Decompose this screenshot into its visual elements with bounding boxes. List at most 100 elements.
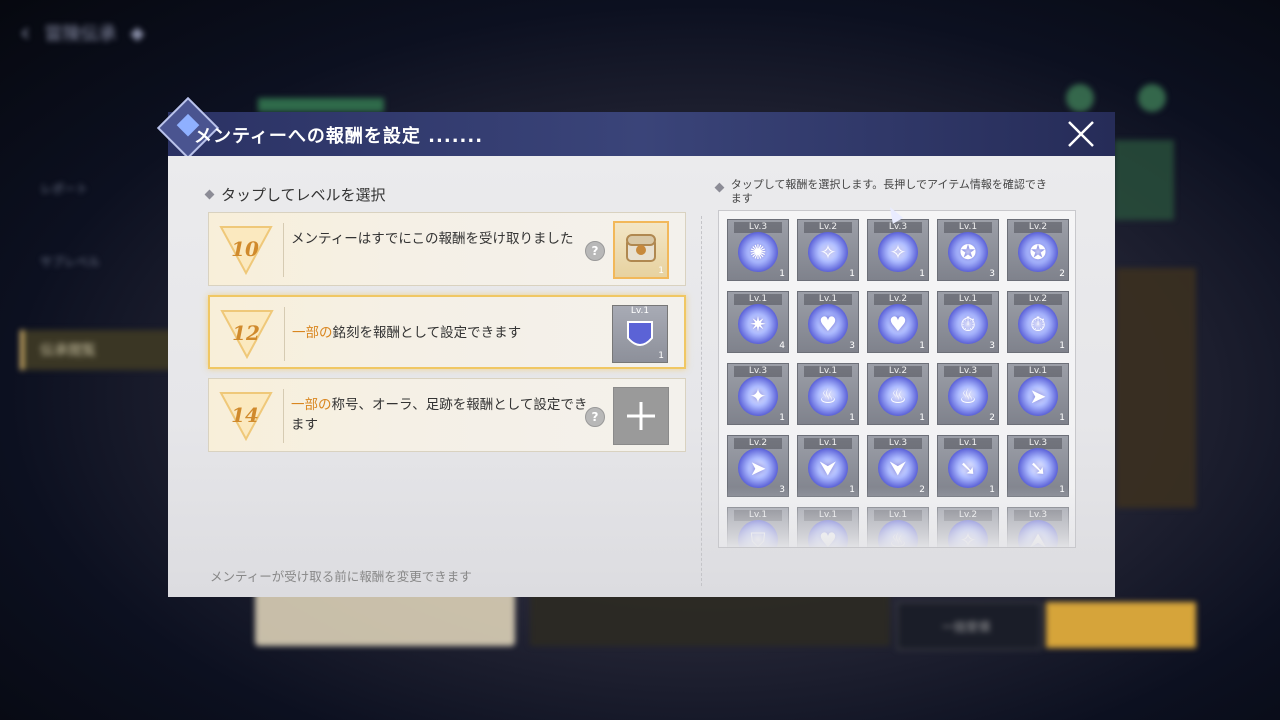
- reward-cell[interactable]: Lv.2 ✧: [937, 507, 999, 548]
- level-row-10[interactable]: 10 メンティーはすでにこの報酬を受け取りました ? 1: [208, 212, 686, 286]
- reward-cell[interactable]: Lv.1 ♨ 1: [797, 363, 859, 425]
- reward-cell[interactable]: Lv.2 ♥ 1: [867, 291, 929, 353]
- cell-count: 3: [989, 341, 995, 351]
- diamond-bullet-icon: [204, 189, 215, 200]
- reward-cell[interactable]: Lv.1 ⛉: [727, 507, 789, 547]
- reward-cell[interactable]: Lv.3 ✧ 1: [867, 219, 929, 281]
- row-rest: 銘刻を報酬として設定できます: [332, 325, 522, 341]
- cell-count: 1: [849, 269, 855, 279]
- level-badge: 12: [210, 297, 282, 367]
- reward-grid-panel[interactable]: Lv.3 ✺ 1 Lv.2 ✧ 1 Lv.3 ✧ 1 Lv.1 ✪ 3 Lv.2 ✪ 2 Lv.1 ✷ 4 Lv.1…: [718, 210, 1076, 548]
- slash-arrow-icon: ➘: [959, 456, 977, 480]
- reward-cell[interactable]: Lv.1 ⮟ 1: [797, 435, 859, 497]
- stopwatch-icon: ⏱: [960, 312, 976, 336]
- cell-count: 1: [779, 413, 785, 423]
- reward-cell[interactable]: Lv.3 ➘ 1: [1007, 435, 1069, 497]
- reward-cell[interactable]: Lv.3 ⮝: [1007, 507, 1069, 547]
- cell-count: 3: [849, 341, 855, 351]
- reward-item-chest[interactable]: 1: [613, 221, 669, 279]
- cell-count: 1: [1059, 413, 1065, 423]
- reward-cell[interactable]: Lv.1 ♨: [867, 507, 929, 548]
- background-tab: [258, 98, 384, 112]
- row-divider: [283, 223, 284, 277]
- cell-count: 1: [989, 485, 995, 495]
- reward-section-text: タップして報酬を選択します。長押しでアイテム情報を確認できます: [730, 178, 1047, 205]
- item-count: 1: [658, 266, 664, 276]
- reward-cell[interactable]: Lv.2 ⏱ 1: [1007, 291, 1069, 353]
- cell-count: 1: [919, 413, 925, 423]
- flame-icon: ♨: [889, 528, 907, 548]
- background-gold-button: [1046, 602, 1196, 648]
- level-badge: 10: [209, 213, 281, 285]
- dash-arrow-icon: ➤: [1029, 384, 1047, 408]
- reward-cell[interactable]: Lv.1 ✷ 4: [727, 291, 789, 353]
- reward-cell[interactable]: Lv.2 ♨ 1: [867, 363, 929, 425]
- reward-grid: Lv.3 ✺ 1 Lv.2 ✧ 1 Lv.3 ✧ 1 Lv.1 ✪ 3 Lv.2 ✪ 2 Lv.1 ✷ 4 Lv.1…: [727, 219, 1069, 548]
- row-rest: 称号、オーラ、足跡を報酬として設定できます: [291, 397, 588, 433]
- reward-dialog: メンティーへの報酬を設定 ....... タップしてレベルを選択 10 メンティ…: [156, 96, 1115, 597]
- heart-icon: ♥: [819, 312, 837, 336]
- cell-count: 1: [1059, 341, 1065, 351]
- level-row-12[interactable]: 12 一部の銘刻を報酬として設定できます Lv.1 1: [208, 295, 686, 369]
- add-reward-button[interactable]: [613, 387, 669, 445]
- background-topbar: ‹ 冒険伝承 ◆: [20, 18, 144, 48]
- row-highlight: 一部の: [291, 397, 332, 413]
- reward-cell[interactable]: Lv.3 ♨ 2: [937, 363, 999, 425]
- cell-count: 1: [849, 413, 855, 423]
- spiral-star-icon: ✪: [1029, 240, 1047, 264]
- burst-icon: ✷: [749, 312, 767, 336]
- back-arrow-icon: ‹: [20, 18, 31, 48]
- row-highlight: 一部の: [292, 325, 333, 341]
- help-icon[interactable]: ?: [585, 407, 605, 427]
- cell-count: 1: [1059, 485, 1065, 495]
- cell-count: 3: [779, 485, 785, 495]
- panel-divider: [701, 216, 702, 586]
- vortex-icon: ✺: [749, 240, 767, 264]
- item-count: 1: [658, 351, 664, 361]
- reward-cell[interactable]: Lv.1 ⏱ 3: [937, 291, 999, 353]
- change-note: メンティーが受け取る前に報酬を変更できます: [210, 569, 472, 584]
- reward-item-shield[interactable]: Lv.1 1: [612, 305, 668, 363]
- background-orb: [1066, 84, 1094, 112]
- cell-count: 2: [919, 485, 925, 495]
- cell-count: 2: [989, 413, 995, 423]
- orbit-star-icon: ✧: [959, 528, 977, 548]
- background-left-item: サブレベル: [40, 255, 101, 269]
- cell-count: 1: [849, 485, 855, 495]
- reward-cell[interactable]: Lv.3 ✺ 1: [727, 219, 789, 281]
- background-panel: [1116, 268, 1196, 508]
- heart-icon: ♥: [889, 312, 907, 336]
- level-row-14[interactable]: 14 一部の称号、オーラ、足跡を報酬として設定できます ?: [208, 378, 686, 452]
- reward-cell[interactable]: Lv.2 ✧ 1: [797, 219, 859, 281]
- cell-count: 1: [919, 269, 925, 279]
- reward-cell[interactable]: Lv.3 ⮟ 2: [867, 435, 929, 497]
- diamond-bullet-icon: [714, 182, 725, 193]
- orbit-star-icon: ✧: [889, 240, 907, 264]
- cell-count: 2: [1059, 269, 1065, 279]
- cell-count: 4: [779, 341, 785, 351]
- chevron-down-icon: ⮟: [889, 456, 907, 480]
- background-button-label: 一括受領: [942, 620, 991, 634]
- reward-cell[interactable]: Lv.1 ✪ 3: [937, 219, 999, 281]
- orbit-star-icon: ✧: [819, 240, 837, 264]
- flame-icon: ♨: [889, 384, 907, 408]
- compass-star-icon: ✦: [749, 384, 767, 408]
- stopwatch-icon: ⏱: [1030, 312, 1046, 336]
- reward-cell[interactable]: Lv.3 ✦ 1: [727, 363, 789, 425]
- reward-cell[interactable]: Lv.2 ✪ 2: [1007, 219, 1069, 281]
- close-button[interactable]: [1065, 118, 1097, 150]
- level-badge: 14: [209, 379, 281, 451]
- level-number: 14: [231, 403, 259, 427]
- reward-cell[interactable]: Lv.2 ➤ 3: [727, 435, 789, 497]
- reward-cell[interactable]: Lv.1 ♥ 3: [797, 291, 859, 353]
- reward-cell[interactable]: Lv.1 ➤ 1: [1007, 363, 1069, 425]
- background-button: 一括受領: [897, 602, 1041, 650]
- heart-icon: ♥: [819, 528, 837, 548]
- help-icon[interactable]: ?: [585, 241, 605, 261]
- background-topbar-title: 冒険伝承: [44, 24, 117, 45]
- reward-cell[interactable]: Lv.1 ♥: [797, 507, 859, 548]
- reward-cell[interactable]: Lv.1 ➘ 1: [937, 435, 999, 497]
- plus-icon: [627, 402, 655, 430]
- background-panel: [1114, 140, 1174, 220]
- dash-arrow-icon: ➤: [749, 456, 767, 480]
